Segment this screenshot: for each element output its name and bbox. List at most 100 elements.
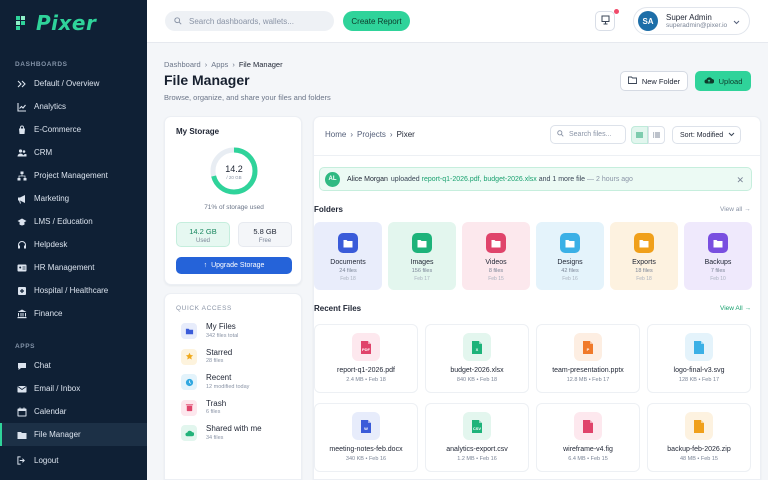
sidebar-item-email-inbox[interactable]: Email / Inbox (0, 377, 147, 400)
arrow-up-icon: ↑ (203, 262, 208, 269)
quick-access-my-files[interactable]: My Files 342 files total (181, 322, 238, 339)
used-value: 14.2 GB (189, 227, 217, 236)
file-card[interactable]: Xbudget-2026.xlsx 840 KB • Feb 18 (425, 324, 529, 393)
quick-access-shared-with-me[interactable]: Shared with me 34 files (181, 424, 262, 441)
monitor-button[interactable] (595, 11, 615, 31)
close-icon[interactable]: ✕ (736, 175, 744, 186)
folders-view-all-link[interactable]: View all → (720, 206, 751, 213)
sidebar-item-crm[interactable]: CRM (0, 141, 147, 164)
storage-used-value: 14.2 (225, 164, 243, 174)
sort-select[interactable]: Sort: Modified (672, 126, 741, 144)
folder-card-designs[interactable]: Designs 42 files Feb 16 (536, 222, 604, 290)
sidebar-item-label: HR Management (34, 263, 95, 272)
logout-button[interactable]: Logout (17, 456, 58, 465)
storage-percent-text: 71% of storage used (204, 204, 264, 211)
calendar-icon (17, 407, 27, 417)
user-email: superadmin@pixer.io (666, 21, 728, 29)
upload-button[interactable]: Upload (695, 71, 751, 91)
sidebar-item-finance[interactable]: Finance (0, 302, 147, 325)
quick-access-name: Starred (206, 347, 233, 357)
file-browser-card: Home › Projects › Pixer Search files... So… (313, 116, 761, 480)
folder-date: Feb 15 (488, 275, 504, 282)
sidebar-item-helpdesk[interactable]: Helpdesk (0, 233, 147, 256)
chat-icon (17, 361, 27, 371)
global-search-input[interactable]: Search dashboards, wallets... (165, 11, 334, 31)
sidebar-item-project-management[interactable]: Project Management (0, 164, 147, 187)
megaphone-icon (17, 194, 27, 204)
double-chevron-icon (17, 79, 27, 89)
folder-name: Videos (485, 259, 507, 266)
storage-card: My Storage 14.2 / 20 GB 71% of storage u… (164, 116, 302, 285)
sidebar-item-calendar[interactable]: Calendar (0, 400, 147, 423)
folder-card-exports[interactable]: Exports 18 files Feb 18 (610, 222, 678, 290)
file-card[interactable]: logo-final-v3.svg 128 KB • Feb 17 (647, 324, 751, 393)
file-meta: 6.4 MB • Feb 15 (568, 456, 608, 462)
recent-files-heading: Recent Files (314, 304, 362, 313)
create-report-button[interactable]: Create Report (343, 11, 410, 31)
sidebar-item-label: Marketing (34, 194, 70, 203)
notification-files-link[interactable]: report-q1-2026.pdf, budget-2026.xlsx (422, 176, 537, 183)
app-logo[interactable]: Pixer (14, 10, 96, 36)
file-name: wireframe-v4.fig (563, 446, 613, 453)
quick-access-count: 12 modified today (206, 383, 250, 390)
file-search-input[interactable]: Search files... (550, 125, 626, 144)
folder-name: Images (410, 259, 434, 266)
chart-line-icon (17, 102, 27, 112)
upload-label: Upload (718, 76, 743, 86)
file-card[interactable]: wireframe-v4.fig 6.4 MB • Feb 15 (536, 403, 640, 472)
folder-card-documents[interactable]: Documents 24 files Feb 18 (314, 222, 382, 290)
sidebar: Pixer DASHBOARDS Default / Overview Analy… (0, 0, 147, 480)
folder-icon (412, 233, 432, 253)
notification-user: Alice Morgan (347, 175, 388, 183)
grid-view-toggle[interactable] (631, 126, 648, 144)
upgrade-storage-button[interactable]: ↑ Upgrade Storage (176, 257, 292, 274)
user-name: Super Admin (666, 12, 712, 22)
folders-heading: Folders (314, 205, 343, 214)
quick-access-trash[interactable]: Trash 6 files (181, 399, 226, 416)
path-projects[interactable]: Projects (357, 130, 386, 139)
sidebar-item-e-commerce[interactable]: E-Commerce (0, 118, 147, 141)
top-header: Search dashboards, wallets... Create Rep… (147, 0, 768, 43)
zip-file-icon (685, 412, 713, 440)
monitor-icon (601, 15, 610, 27)
file-type-tag: X (475, 346, 479, 352)
breadcrumb-apps[interactable]: Apps (211, 60, 228, 69)
new-folder-button[interactable]: New Folder (620, 71, 688, 91)
quick-access-starred[interactable]: Starred 28 files (181, 347, 233, 365)
file-name: meeting-notes-feb.docx (329, 446, 403, 453)
file-card[interactable]: PDF report-q1-2026.pdf 2.4 MB • Feb 18 (314, 324, 418, 393)
sidebar-item-label: Finance (34, 309, 63, 318)
notification-dot (614, 9, 619, 14)
user-profile-menu[interactable]: SA Super Admin superadmin@pixer.io (633, 7, 750, 35)
breadcrumb-dashboard[interactable]: Dashboard (164, 60, 201, 69)
sidebar-item-analytics[interactable]: Analytics (0, 95, 147, 118)
path-home[interactable]: Home (325, 130, 346, 139)
list-view-toggle[interactable] (648, 126, 665, 144)
file-type-tag: CSV (472, 425, 482, 431)
envelope-icon (17, 384, 27, 394)
sidebar-item-default-overview[interactable]: Default / Overview (0, 72, 147, 95)
file-card[interactable]: Wmeeting-notes-feb.docx 340 KB • Feb 16 (314, 403, 418, 472)
sidebar-item-marketing[interactable]: Marketing (0, 187, 147, 210)
quick-access-count: 6 files (206, 409, 221, 416)
file-card[interactable]: CSV analytics-export.csv 1.2 MB • Feb 16 (425, 403, 529, 472)
folder-card-videos[interactable]: Videos 8 files Feb 15 (462, 222, 530, 290)
folder-date: Feb 10 (710, 275, 726, 282)
sidebar-item-file-manager[interactable]: File Manager (0, 423, 147, 446)
sidebar-item-label: Calendar (34, 407, 67, 416)
sidebar-item-chat[interactable]: Chat (0, 354, 147, 377)
sidebar-item-hr-management[interactable]: HR Management (0, 256, 147, 279)
sidebar-item-lms-education[interactable]: LMS / Education (0, 210, 147, 233)
file-card[interactable]: backup-feb-2026.zip 48 MB • Feb 15 (647, 403, 751, 472)
sidebar-item-label: Project Management (34, 171, 108, 180)
trash-icon (181, 399, 197, 416)
folder-card-images[interactable]: Images 156 files Feb 17 (388, 222, 456, 290)
chevron-down-icon (728, 132, 735, 139)
folder-name: Documents (330, 259, 366, 266)
recent-view-all-link[interactable]: View All → (720, 305, 751, 312)
folder-card-backups[interactable]: Backups 7 files Feb 10 (684, 222, 752, 290)
sidebar-item-hospital-healthcare[interactable]: Hospital / Healthcare (0, 279, 147, 302)
file-card[interactable]: Pteam-presentation.pptx 12.8 MB • Feb 17 (536, 324, 640, 393)
sidebar-item-label: E-Commerce (34, 125, 82, 134)
quick-access-recent[interactable]: Recent 12 modified today (181, 373, 250, 390)
